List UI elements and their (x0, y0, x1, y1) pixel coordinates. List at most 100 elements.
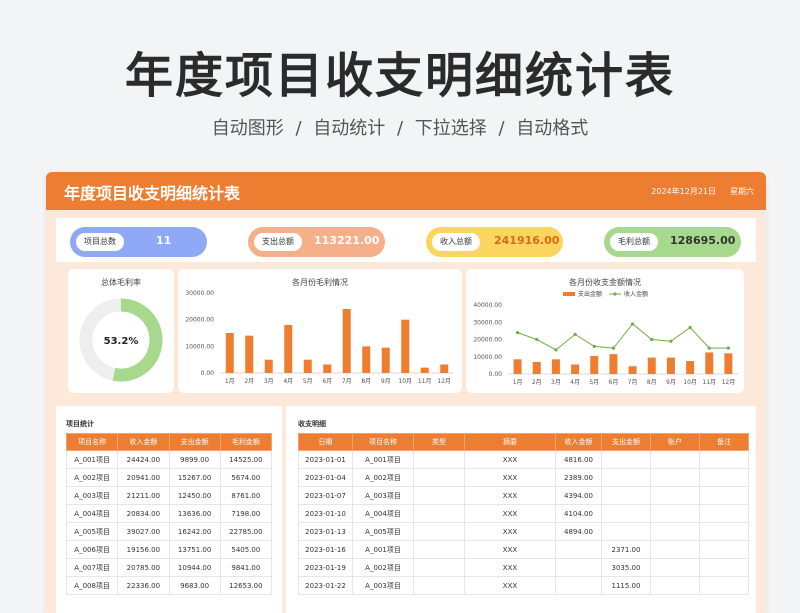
line-point (650, 337, 654, 342)
stats-cell: A_001项目 (65, 450, 119, 469)
bar (245, 335, 254, 373)
details-cell: A_004项目 (352, 504, 414, 523)
table-row: A_002项目 20941.00 15267.00 5674.00 (65, 468, 273, 487)
header-weekday: 星期六 (730, 187, 754, 196)
details-cell: 1115.00 (601, 576, 651, 595)
line-point (707, 346, 711, 350)
bar (532, 361, 541, 374)
donut-value: 53.2% (104, 336, 139, 347)
x-tick-label: 7月 (628, 379, 638, 386)
details-cell: XXX (464, 540, 556, 559)
bar (362, 346, 371, 373)
details-cell (650, 468, 700, 487)
stats-header-cell: 项目名称 (65, 433, 119, 451)
x-tick-label: 10月 (683, 379, 697, 386)
x-tick-label: 5月 (589, 379, 599, 386)
kpi-value: 128695.00 (670, 234, 736, 247)
stats-cell: 39027.00 (117, 522, 170, 541)
table-row: 2023-01-04 A_002项目 XXX 2389.00 (298, 468, 749, 487)
table-row: A_007项目 20785.00 10944.00 9841.00 (65, 558, 273, 577)
details-header-cell: 项目名称 (352, 433, 414, 451)
kpi-label: 毛利总额 (610, 233, 658, 251)
details-title: 收支明细 (298, 420, 326, 428)
panel-title: 年度项目收支明细统计表 (64, 184, 241, 203)
bar (513, 359, 522, 374)
stats-cell: 21211.00 (117, 486, 170, 505)
details-cell: A_002项目 (352, 468, 414, 487)
bar (724, 353, 733, 374)
kpi-income-total: 收入总额 241916.00 (426, 227, 563, 257)
stats-cell: 7198.00 (219, 504, 273, 523)
details-cell: XXX (464, 558, 556, 577)
details-table: 日期 项目名称 类型 摘要 收入金额 支出金额 账户 备注 2023-01-01 A_001项目… (298, 433, 749, 595)
kpi-label: 项目总数 (76, 233, 124, 251)
details-cell (601, 450, 651, 469)
details-cell (699, 486, 749, 505)
details-cell: A_003项目 (352, 576, 414, 595)
y-tick-label: 0.00 (201, 370, 215, 377)
stats-cell: 13636.00 (168, 504, 221, 523)
y-tick-label: 20000.00 (473, 337, 502, 344)
kpi-expense-total: 支出总额 113221.00 (248, 227, 385, 257)
details-cell (555, 540, 602, 559)
details-cell: 2371.00 (601, 540, 651, 559)
line-point (630, 322, 635, 326)
details-header-cell: 账户 (650, 433, 700, 451)
y-tick-label: 30000.00 (473, 319, 502, 326)
stats-cell: 12653.00 (219, 576, 273, 595)
panel-header: 年度项目收支明细统计表 2024年12月21日 星期六 (46, 172, 766, 210)
x-tick-label: 6月 (322, 378, 332, 385)
line-point (535, 337, 539, 342)
details-cell (650, 522, 700, 541)
details-cell (413, 504, 465, 523)
details-cell: 2023-01-07 (298, 486, 353, 505)
hero-title: 年度项目收支明细统计表 (124, 48, 675, 104)
y-tick-label: 0.00 (489, 371, 503, 378)
details-cell (650, 540, 700, 559)
stats-cell: A_005项目 (65, 522, 119, 541)
x-tick-label: 6月 (609, 379, 619, 386)
table-row: 2023-01-13 A_005项目 XXX 4894.00 (298, 522, 749, 541)
details-cell: A_002项目 (352, 558, 414, 577)
stats-cell: 19156.00 (117, 540, 170, 559)
stats-cell: 16242.00 (168, 522, 221, 541)
x-tick-label: 7月 (342, 378, 352, 385)
y-tick-label: 30000.00 (185, 290, 214, 297)
table-row: 2023-01-22 A_003项目 XXX 1115.00 (298, 576, 749, 595)
stats-cell: A_008项目 (65, 576, 119, 595)
kpi-value: 241916.00 (494, 234, 560, 247)
details-cell: 3035.00 (601, 558, 651, 577)
donut-chart: 53.2% (79, 298, 163, 382)
kpi-project-count: 项目总数 11 (70, 227, 207, 257)
details-cell (650, 576, 700, 595)
table-row: A_008项目 22336.00 9683.00 12653.00 (65, 576, 273, 595)
x-tick-label: 2月 (532, 379, 542, 386)
bar (381, 347, 390, 373)
y-tick-label: 20000.00 (185, 317, 214, 324)
line-point (726, 346, 731, 350)
table-row: 2023-01-16 A_001项目 XXX 2371.00 (298, 540, 749, 559)
details-header-cell: 日期 (298, 433, 353, 451)
dashboard-panel: 年度项目收支明细统计表 2024年12月21日 星期六 项目总数 11 支出总额… (46, 172, 766, 613)
details-cell (699, 450, 749, 469)
details-cell: XXX (464, 504, 556, 523)
kpi-value: 113221.00 (314, 234, 380, 247)
stats-cell: A_006项目 (65, 540, 119, 559)
stats-cell: 14525.00 (219, 450, 273, 469)
details-cell (699, 522, 749, 541)
donut-title: 总体毛利率 (101, 278, 141, 287)
details-cell: 4104.00 (555, 504, 602, 523)
details-card: 收支明细 日期 项目名称 类型 摘要 收入金额 支出金额 账户 备注 2023-01-01 A_… (286, 406, 756, 613)
details-cell: 2023-01-04 (298, 468, 353, 487)
stats-cell: A_003项目 (65, 486, 119, 505)
bar (303, 359, 312, 373)
monthly-profit-card: 各月份毛利情况 0.00 10000.00 20000.00 30000.00 1月 2月… (178, 269, 462, 393)
stats-cell: 20785.00 (117, 558, 170, 577)
details-cell (601, 468, 651, 487)
x-tick-label: 8月 (647, 379, 657, 386)
income-expense-chart: 0.00 10000.00 20000.00 30000.00 40000.00 支出金额… (473, 290, 738, 386)
details-cell (650, 558, 700, 577)
legend-swatch-expense (563, 292, 575, 296)
x-tick-label: 2月 (244, 378, 254, 385)
stats-cell: 12450.00 (168, 486, 221, 505)
